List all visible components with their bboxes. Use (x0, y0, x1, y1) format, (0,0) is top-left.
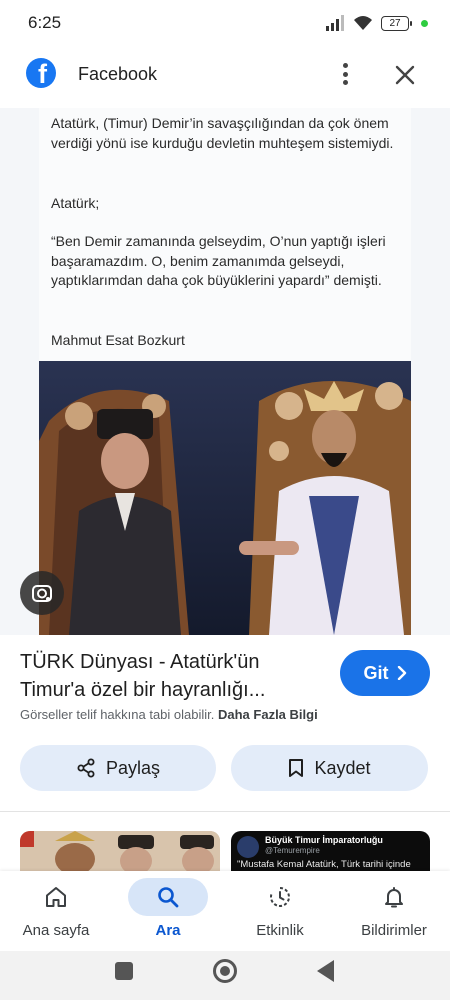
copyright-notice: Görseller telif hakkına tabi olabilir. D… (20, 707, 318, 722)
portrait-illustration (39, 361, 411, 635)
visit-button[interactable]: Git (340, 650, 430, 696)
nav-item-notifications[interactable]: Bildirimler (344, 871, 444, 951)
nav-item-search[interactable]: Ara (118, 871, 218, 951)
nav-item-home-icon-wrap (16, 878, 96, 916)
post-paragraph-3: “Ben Demir zamanında gelseydim, O’nun ya… (51, 233, 386, 288)
nav-item-search-icon-wrap (128, 878, 208, 916)
activity-icon (270, 887, 290, 907)
bell-icon (385, 887, 403, 908)
tweet-account-name: Büyük Timur İmparatorluğu (265, 835, 383, 845)
related-thumbnail-1-illustration (20, 831, 220, 871)
bookmark-icon (289, 759, 304, 777)
status-icons: 27 (325, 15, 428, 31)
nav-item-activity[interactable]: Etkinlik (230, 871, 330, 951)
signal-icon (326, 15, 344, 31)
section-divider (0, 811, 450, 812)
status-bar: 6:25 27 (0, 0, 450, 46)
nav-item-home[interactable]: Ana sayfa (6, 871, 106, 951)
facebook-logo-icon: f (26, 58, 56, 88)
search-icon (158, 887, 179, 908)
post-text-card: Atatürk, (Timur) Demir’in savaşçılığında… (39, 108, 411, 361)
share-button-label: Paylaş (105, 757, 161, 778)
status-time: 6:25 (28, 13, 62, 32)
system-navigation-bar (0, 951, 450, 1000)
app-header: f Facebook (0, 50, 450, 100)
page-title: Facebook (78, 64, 158, 84)
nav-item-activity-label: Etkinlik (256, 922, 304, 939)
portrait-photo[interactable] (39, 361, 411, 635)
back-button[interactable] (317, 960, 334, 982)
tweet-avatar (237, 836, 259, 858)
close-icon[interactable] (392, 62, 418, 88)
nav-item-search-label: Ara (155, 922, 181, 939)
tweet-account-handle: @Temurempire (265, 846, 320, 855)
lens-icon (32, 585, 52, 602)
share-button[interactable]: Paylaş (20, 745, 216, 791)
chevron-right-icon (397, 666, 406, 680)
post-paragraph-2: Atatürk; (51, 195, 100, 211)
bottom-navigation: Ana sayfa Ara Etkinlik Bildirimler (0, 871, 450, 951)
copyright-text: Görseller telif hakkına tabi olabilir. (20, 707, 215, 722)
nav-item-notifications-label: Bildirimler (361, 922, 427, 939)
camera-in-use-indicator (421, 19, 428, 27)
post-paragraph-1: Atatürk, (Timur) Demir’in savaşçılığında… (51, 115, 394, 151)
nav-item-activity-icon-wrap (240, 878, 320, 916)
nav-item-notifications-icon-wrap (354, 878, 434, 916)
related-image-thumbnail-2[interactable]: Büyük Timur İmparatorluğu @Temurempire "… (231, 831, 430, 871)
more-info-link[interactable]: Daha Fazla Bilgi (218, 707, 318, 722)
battery-icon: 27 (381, 15, 412, 31)
home-system-button[interactable] (213, 959, 237, 983)
post-author: Mahmut Esat Bozkurt (51, 332, 185, 348)
save-button-label: Kaydet (314, 757, 371, 778)
wifi-icon (354, 16, 372, 30)
recent-apps-button[interactable] (115, 962, 133, 980)
result-title[interactable]: TÜRK Dünyası - Atatürk'ün Timur'a özel b… (20, 648, 320, 704)
google-lens-button[interactable] (20, 571, 64, 615)
tweet-text: "Mustafa Kemal Atatürk, Türk tarihi için… (237, 859, 411, 870)
related-image-thumbnail-1[interactable] (20, 831, 220, 871)
share-icon (77, 758, 95, 778)
home-icon (46, 887, 66, 907)
save-button[interactable]: Kaydet (231, 745, 428, 791)
visit-button-label: Git (363, 662, 389, 683)
nav-item-home-label: Ana sayfa (22, 922, 90, 939)
more-vert-icon[interactable] (336, 60, 354, 88)
facebook-logo-letter: f (38, 59, 47, 88)
